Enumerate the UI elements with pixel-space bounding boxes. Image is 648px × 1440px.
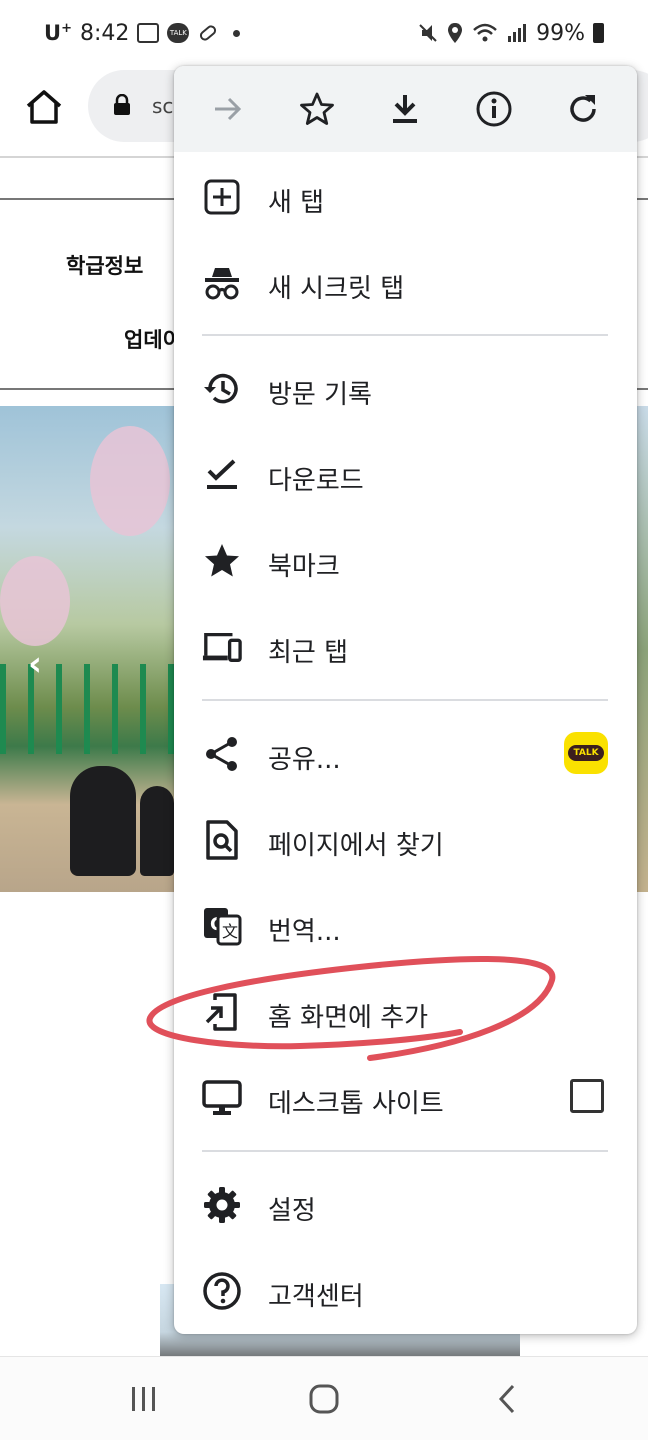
carrier-label: U+ xyxy=(44,21,72,45)
menu-divider xyxy=(202,334,608,336)
status-left: U+ 8:42 TALK xyxy=(44,20,241,46)
menu-item-recent-tabs[interactable]: 최근 탭 xyxy=(174,604,637,690)
lock-icon xyxy=(114,94,130,115)
menu-item-label: 다운로드 xyxy=(268,466,364,496)
menu-item-label: 새 시크릿 탭 xyxy=(268,274,405,304)
page-nav-link[interactable]: 학급정보 xyxy=(66,250,143,280)
bookmark-page-button[interactable] xyxy=(289,81,345,137)
menu-item-label: 홈 화면에 추가 xyxy=(268,1003,429,1033)
forward-icon xyxy=(215,97,242,121)
add-to-home-screen-icon xyxy=(202,992,242,1032)
menu-item-label: 방문 기록 xyxy=(268,380,372,410)
home-icon xyxy=(26,90,62,124)
more-notifications-dot xyxy=(233,29,241,37)
battery-percent: 99% xyxy=(536,20,585,46)
menu-divider xyxy=(202,1150,608,1152)
overflow-menu: 새 탭 새 시크릿 탭 방문 기록 다운로드 북마크 최근 탭 공유... TA… xyxy=(174,66,637,1334)
menu-item-share[interactable]: 공유... TALK xyxy=(174,711,637,797)
menu-item-help[interactable]: 고객센터 xyxy=(174,1248,637,1334)
new-tab-icon xyxy=(202,177,242,217)
history-icon xyxy=(202,369,242,409)
person xyxy=(140,786,174,876)
menu-item-new-incognito-tab[interactable]: 새 시크릿 탭 xyxy=(174,240,637,326)
menu-action-row xyxy=(174,66,637,152)
recent-apps-button[interactable] xyxy=(122,1377,166,1421)
kakaotalk-share-button[interactable]: TALK xyxy=(564,732,608,774)
photo-visible-part xyxy=(636,406,648,892)
kakaotalk-icon: TALK xyxy=(568,745,604,761)
downloads-check-icon xyxy=(202,455,242,495)
menu-item-label: 공유... xyxy=(268,745,341,775)
clock: 8:42 xyxy=(79,20,130,46)
url-text: sc xyxy=(152,94,174,118)
devices-icon xyxy=(202,627,242,667)
carousel-prev-button[interactable]: ‹ xyxy=(28,644,42,684)
kakaotalk-notification-icon: TALK xyxy=(167,23,190,43)
menu-item-find-in-page[interactable]: 페이지에서 찾기 xyxy=(174,797,637,883)
gear-icon xyxy=(202,1185,242,1225)
gallery-notification-icon xyxy=(137,23,160,43)
find-in-page-icon xyxy=(202,820,242,860)
tag-notification-icon xyxy=(200,25,217,41)
screen: U+ 8:42 TALK 99% sc 학급정보 업데이 ‹ 새 탭 새 시크릿… xyxy=(0,0,648,1440)
menu-item-history[interactable]: 방문 기록 xyxy=(174,346,637,432)
download-icon xyxy=(393,95,418,123)
status-bar: U+ 8:42 TALK 99% xyxy=(0,0,648,66)
person xyxy=(70,766,136,876)
desktop-site-checkbox[interactable] xyxy=(570,1079,604,1113)
info-icon xyxy=(476,91,512,127)
menu-item-new-tab[interactable]: 새 탭 xyxy=(174,154,637,240)
refresh-icon xyxy=(569,95,596,122)
home-nav-button[interactable] xyxy=(302,1377,346,1421)
back-button[interactable] xyxy=(486,1377,530,1421)
download-page-button[interactable] xyxy=(377,81,433,137)
menu-item-label: 페이지에서 찾기 xyxy=(268,831,444,861)
back-icon xyxy=(498,1384,515,1414)
desktop-icon xyxy=(202,1078,242,1118)
share-icon xyxy=(202,734,242,774)
recent-apps-icon xyxy=(132,1387,155,1411)
home-button[interactable] xyxy=(22,86,66,130)
menu-item-label: 북마크 xyxy=(268,552,340,582)
star-icon xyxy=(299,92,334,125)
wifi-icon xyxy=(473,23,497,42)
menu-item-settings[interactable]: 설정 xyxy=(174,1162,637,1248)
mute-icon xyxy=(419,24,437,42)
battery-icon xyxy=(593,23,604,43)
translate-icon: G文 xyxy=(202,906,242,946)
fence xyxy=(0,664,174,754)
menu-item-label: 번역... xyxy=(268,917,341,947)
forward-button[interactable] xyxy=(200,81,256,137)
menu-item-desktop-site[interactable]: 데스크톱 사이트 xyxy=(174,1055,637,1141)
bookmarks-star-icon xyxy=(202,541,242,581)
home-circle-icon xyxy=(309,1384,339,1414)
menu-item-label: 최근 탭 xyxy=(268,638,349,668)
location-icon xyxy=(448,23,463,43)
menu-item-add-to-home-screen[interactable]: 홈 화면에 추가 xyxy=(174,969,637,1055)
menu-item-label: 데스크톱 사이트 xyxy=(268,1089,444,1119)
help-icon xyxy=(202,1271,242,1311)
menu-item-translate[interactable]: G文 번역... xyxy=(174,883,637,969)
svg-text:文: 文 xyxy=(222,922,238,941)
blossom-tree xyxy=(90,426,170,536)
menu-item-label: 새 탭 xyxy=(268,188,325,218)
signal-icon xyxy=(508,24,527,42)
menu-item-bookmarks[interactable]: 북마크 xyxy=(174,518,637,604)
menu-item-label: 설정 xyxy=(268,1196,316,1226)
incognito-icon xyxy=(202,263,242,303)
reload-button[interactable] xyxy=(555,81,611,137)
menu-item-label: 고객센터 xyxy=(268,1282,364,1312)
menu-divider xyxy=(202,699,608,701)
page-info-button[interactable] xyxy=(466,81,522,137)
system-nav-bar xyxy=(0,1356,648,1440)
menu-item-downloads[interactable]: 다운로드 xyxy=(174,432,637,518)
status-right: 99% xyxy=(418,21,604,46)
blossom-tree xyxy=(0,556,70,646)
